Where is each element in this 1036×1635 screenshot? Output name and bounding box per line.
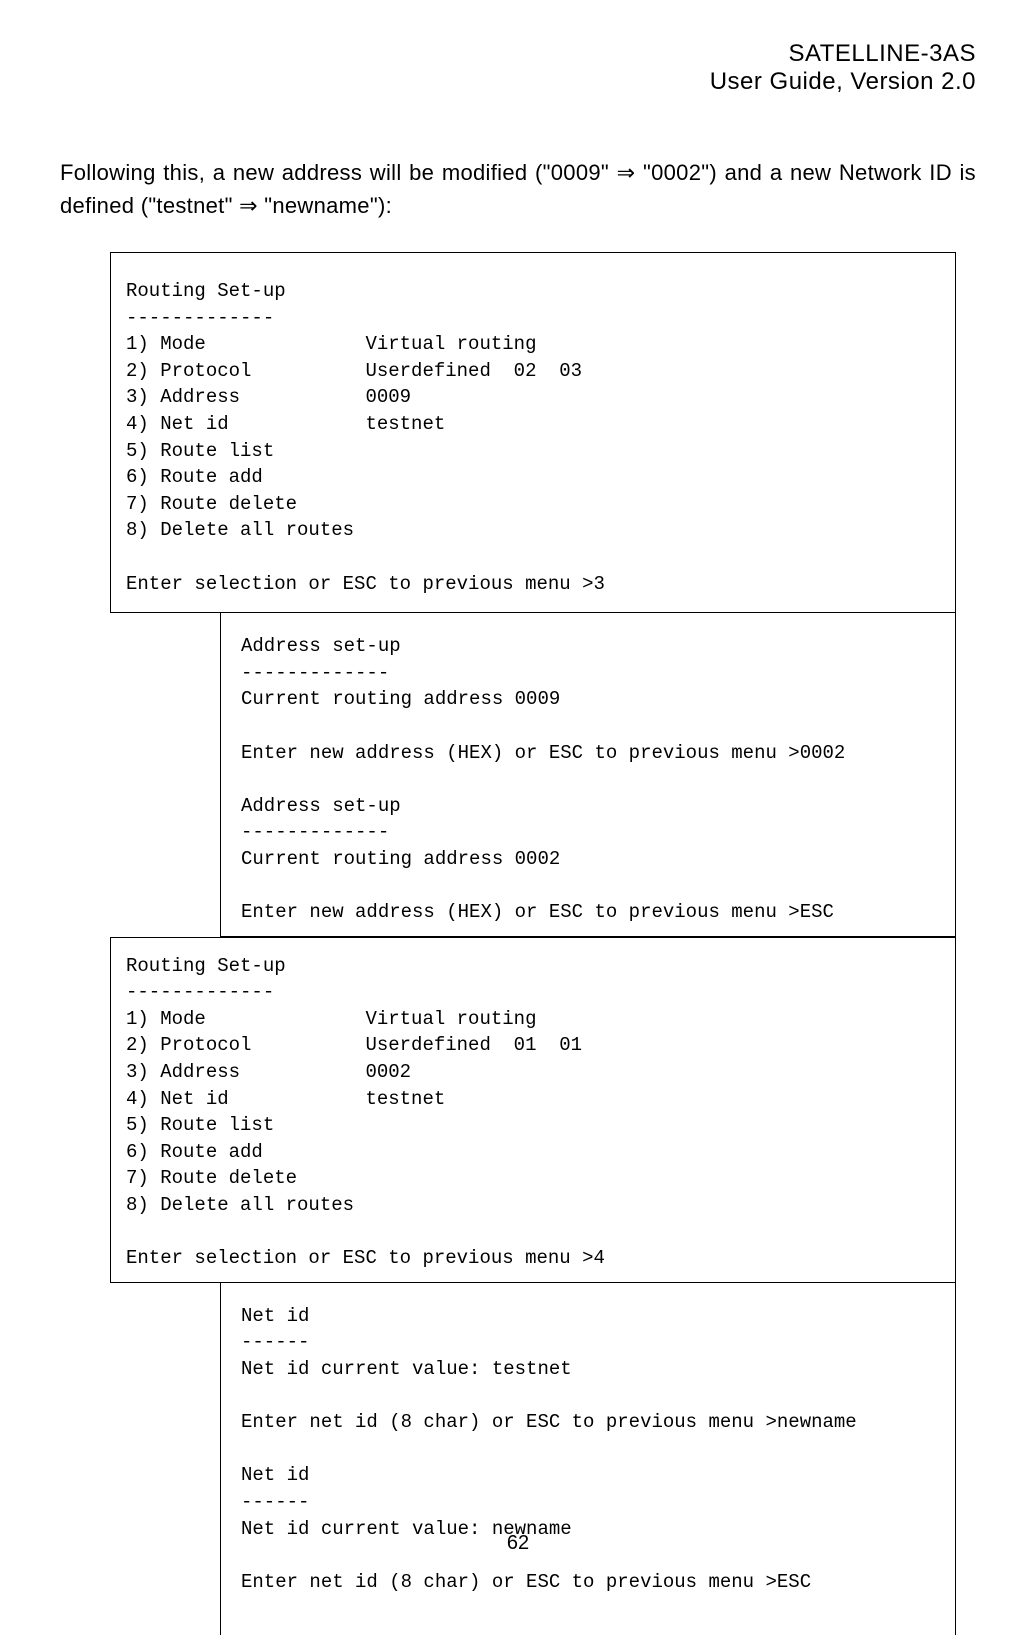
address-setup-terminal: Address set-up ------------- Current rou… <box>220 613 956 937</box>
header-line1: SATELLINE-3AS <box>60 40 976 68</box>
routing-setup-terminal-2: Routing Set-up ------------- 1) Mode Vir… <box>110 937 956 1283</box>
intro-part1: Following this, a new address will be mo… <box>60 160 617 185</box>
arrow-icon: ⇒ <box>239 193 258 218</box>
netid-terminal: Net id ------ Net id current value: test… <box>220 1283 956 1635</box>
routing-setup-terminal-1: Routing Set-up ------------- 1) Mode Vir… <box>110 252 956 613</box>
intro-text: Following this, a new address will be mo… <box>60 156 976 222</box>
page-header: SATELLINE-3AS User Guide, Version 2.0 <box>60 40 976 96</box>
page-number: 62 <box>507 1532 529 1555</box>
arrow-icon: ⇒ <box>617 160 636 185</box>
header-line2: User Guide, Version 2.0 <box>60 68 976 96</box>
intro-part3: "newname"): <box>258 193 392 218</box>
